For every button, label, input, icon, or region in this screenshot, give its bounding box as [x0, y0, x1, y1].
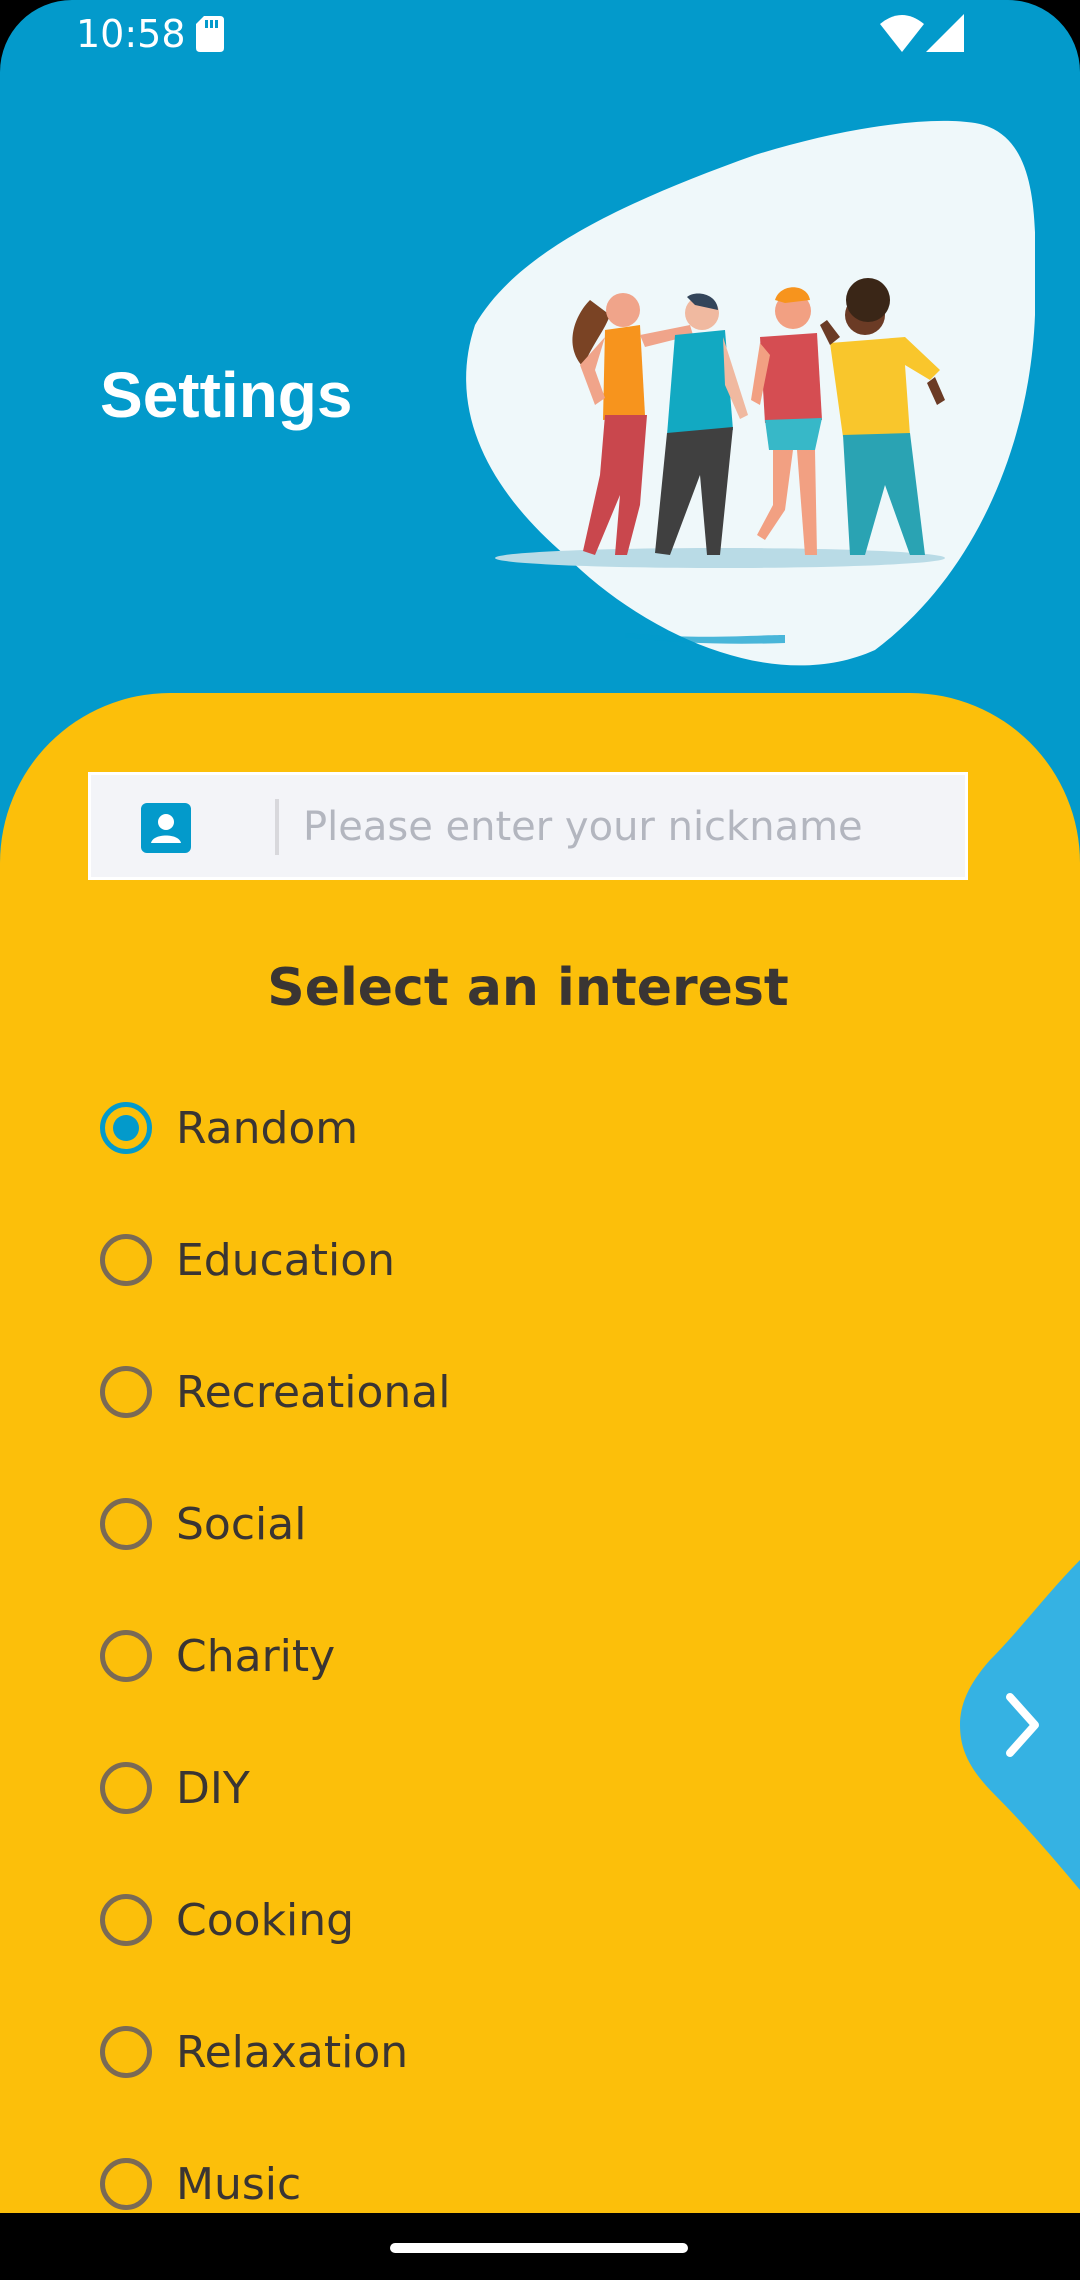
radio-diy[interactable] — [100, 1762, 152, 1814]
option-label: Music — [176, 2158, 302, 2210]
signal-icon — [926, 14, 964, 52]
interest-section-title: Select an interest — [267, 958, 789, 1018]
option-label: DIY — [176, 1762, 250, 1814]
sd-card-icon — [196, 16, 224, 52]
option-label: Relaxation — [176, 2026, 409, 2078]
next-button[interactable] — [960, 1560, 1080, 1890]
interest-option-music[interactable]: Music — [100, 2144, 800, 2224]
radio-relaxation[interactable] — [100, 2026, 152, 2078]
nickname-field[interactable] — [88, 772, 968, 880]
radio-social[interactable] — [100, 1498, 152, 1550]
interest-option-social[interactable]: Social — [100, 1484, 800, 1564]
option-label: Random — [176, 1102, 359, 1154]
option-label: Social — [176, 1498, 307, 1550]
option-label: Cooking — [176, 1894, 355, 1946]
page-title: Settings — [100, 359, 353, 431]
radio-education[interactable] — [100, 1234, 152, 1286]
option-label: Education — [176, 1234, 396, 1286]
interest-option-diy[interactable]: DIY — [100, 1748, 800, 1828]
radio-charity[interactable] — [100, 1630, 152, 1682]
wifi-icon — [880, 15, 924, 52]
interest-card — [0, 693, 1080, 2213]
radio-random[interactable] — [100, 1102, 152, 1154]
interest-option-random[interactable]: Random — [100, 1088, 800, 1168]
interest-option-charity[interactable]: Charity — [100, 1616, 800, 1696]
settings-screen: 10:58 Settings Please enter your nicknam… — [0, 0, 1080, 2280]
interest-option-cooking[interactable]: Cooking — [100, 1880, 800, 1960]
home-indicator[interactable] — [390, 2243, 688, 2253]
nickname-input[interactable] — [303, 789, 943, 865]
interest-option-relaxation[interactable]: Relaxation — [100, 2012, 800, 2092]
navigation-bar — [0, 2213, 1080, 2280]
radio-recreational[interactable] — [100, 1366, 152, 1418]
interest-option-recreational[interactable]: Recreational — [100, 1352, 800, 1432]
radio-cooking[interactable] — [100, 1894, 152, 1946]
interest-option-education[interactable]: Education — [100, 1220, 800, 1300]
radio-music[interactable] — [100, 2158, 152, 2210]
people-dancing-illustration — [466, 120, 1035, 666]
option-label: Recreational — [176, 1366, 451, 1418]
status-bar: 10:58 — [0, 0, 1080, 72]
status-time: 10:58 — [76, 12, 186, 56]
option-label: Charity — [176, 1630, 336, 1682]
nickname-divider — [275, 799, 279, 855]
contact-card-icon — [141, 803, 191, 853]
